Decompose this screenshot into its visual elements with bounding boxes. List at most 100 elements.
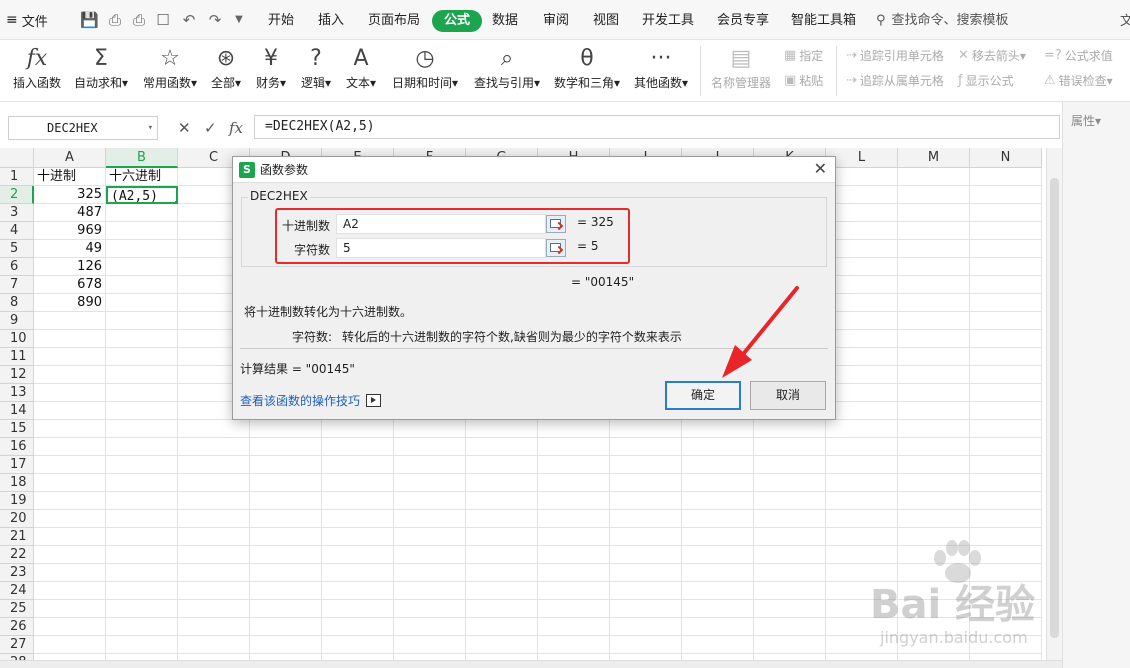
cell-G15[interactable]	[466, 420, 538, 438]
select-all-corner[interactable]	[0, 148, 34, 168]
cell-L9[interactable]	[826, 312, 898, 330]
formula-input[interactable]: =DEC2HEX(A2,5)	[254, 115, 1060, 139]
ribbon-date-time[interactable]: ◷ 日期和时间▾	[388, 44, 462, 92]
cell-M8[interactable]	[898, 294, 970, 312]
ribbon-text[interactable]: A 文本▾	[342, 44, 380, 92]
cell-M19[interactable]	[898, 492, 970, 510]
cell-E26[interactable]	[322, 618, 394, 636]
cell-D26[interactable]	[250, 618, 322, 636]
cell-N20[interactable]	[970, 510, 1042, 528]
cell-B18[interactable]	[106, 474, 178, 492]
cell-K22[interactable]	[754, 546, 826, 564]
cell-A25[interactable]	[34, 600, 106, 618]
cell-K26[interactable]	[754, 618, 826, 636]
cell-F25[interactable]	[394, 600, 466, 618]
cell-A22[interactable]	[34, 546, 106, 564]
cell-L15[interactable]	[826, 420, 898, 438]
cell-L11[interactable]	[826, 348, 898, 366]
cell-J26[interactable]	[682, 618, 754, 636]
cell-C19[interactable]	[178, 492, 250, 510]
cell-L12[interactable]	[826, 366, 898, 384]
cell-L7[interactable]	[826, 276, 898, 294]
cell-B1[interactable]: 十六进制	[106, 168, 178, 186]
cell-A19[interactable]	[34, 492, 106, 510]
cell-B15[interactable]	[106, 420, 178, 438]
ribbon-insert-function[interactable]: fx 插入函数	[10, 44, 64, 92]
cell-B24[interactable]	[106, 582, 178, 600]
cell-M16[interactable]	[898, 438, 970, 456]
cell-N12[interactable]	[970, 366, 1042, 384]
cell-H21[interactable]	[538, 528, 610, 546]
customize-dropdown-icon[interactable]: ▼	[230, 11, 248, 29]
cell-H18[interactable]	[538, 474, 610, 492]
cell-D25[interactable]	[250, 600, 322, 618]
cell-L14[interactable]	[826, 402, 898, 420]
cell-N6[interactable]	[970, 258, 1042, 276]
cell-K24[interactable]	[754, 582, 826, 600]
cell-N5[interactable]	[970, 240, 1042, 258]
cell-I26[interactable]	[610, 618, 682, 636]
cell-B25[interactable]	[106, 600, 178, 618]
cell-E19[interactable]	[322, 492, 394, 510]
cell-N18[interactable]	[970, 474, 1042, 492]
cell-B17[interactable]	[106, 456, 178, 474]
ribbon-trace-dependents[interactable]: ⇢ 追踪从属单元格	[846, 72, 944, 89]
cell-D22[interactable]	[250, 546, 322, 564]
cell-A8[interactable]: 890	[34, 294, 106, 312]
cell-B12[interactable]	[106, 366, 178, 384]
cell-I19[interactable]	[610, 492, 682, 510]
cell-A20[interactable]	[34, 510, 106, 528]
cell-E20[interactable]	[322, 510, 394, 528]
cell-D17[interactable]	[250, 456, 322, 474]
cell-K15[interactable]	[754, 420, 826, 438]
cancel-button[interactable]: 取消	[750, 381, 826, 410]
menu-tab-1[interactable]: 插入	[312, 10, 350, 32]
cell-G26[interactable]	[466, 618, 538, 636]
command-search[interactable]: ⚲ 查找命令、搜索模板	[876, 10, 1009, 32]
print-preview-icon[interactable]: ☐	[154, 11, 172, 29]
cell-B6[interactable]	[106, 258, 178, 276]
cell-A1[interactable]: 十进制	[34, 168, 106, 186]
cell-F27[interactable]	[394, 636, 466, 654]
row-header-15[interactable]: 15	[0, 420, 34, 438]
cell-G17[interactable]	[466, 456, 538, 474]
cell-G27[interactable]	[466, 636, 538, 654]
cell-J23[interactable]	[682, 564, 754, 582]
cell-D20[interactable]	[250, 510, 322, 528]
cell-N14[interactable]	[970, 402, 1042, 420]
cell-G18[interactable]	[466, 474, 538, 492]
cell-M3[interactable]	[898, 204, 970, 222]
cell-N10[interactable]	[970, 330, 1042, 348]
save-icon[interactable]: 💾	[80, 11, 99, 29]
cell-N3[interactable]	[970, 204, 1042, 222]
fx-icon[interactable]: fx	[229, 119, 243, 137]
row-header-2[interactable]: 2	[0, 186, 34, 204]
cell-N19[interactable]	[970, 492, 1042, 510]
column-header-M[interactable]: M	[898, 148, 970, 168]
cell-A6[interactable]: 126	[34, 258, 106, 276]
cell-I24[interactable]	[610, 582, 682, 600]
cell-C18[interactable]	[178, 474, 250, 492]
cell-N4[interactable]	[970, 222, 1042, 240]
row-header-16[interactable]: 16	[0, 438, 34, 456]
row-header-17[interactable]: 17	[0, 456, 34, 474]
ribbon-name-manager[interactable]: ▤ 名称管理器	[708, 44, 774, 92]
cell-F20[interactable]	[394, 510, 466, 528]
ribbon-show-formulas[interactable]: ƒ 显示公式	[958, 72, 1014, 89]
cell-D18[interactable]	[250, 474, 322, 492]
cell-C20[interactable]	[178, 510, 250, 528]
ribbon-logical[interactable]: ? 逻辑▾	[297, 44, 335, 92]
cell-A9[interactable]	[34, 312, 106, 330]
cell-A24[interactable]	[34, 582, 106, 600]
cell-B19[interactable]	[106, 492, 178, 510]
cell-J22[interactable]	[682, 546, 754, 564]
more-icon[interactable]: 文	[1120, 10, 1130, 29]
ribbon-evaluate-formula[interactable]: =? 公式求值	[1044, 47, 1113, 64]
cell-B27[interactable]	[106, 636, 178, 654]
cell-B9[interactable]	[106, 312, 178, 330]
cell-J20[interactable]	[682, 510, 754, 528]
cell-J15[interactable]	[682, 420, 754, 438]
cell-A11[interactable]	[34, 348, 106, 366]
cell-H19[interactable]	[538, 492, 610, 510]
cell-L18[interactable]	[826, 474, 898, 492]
